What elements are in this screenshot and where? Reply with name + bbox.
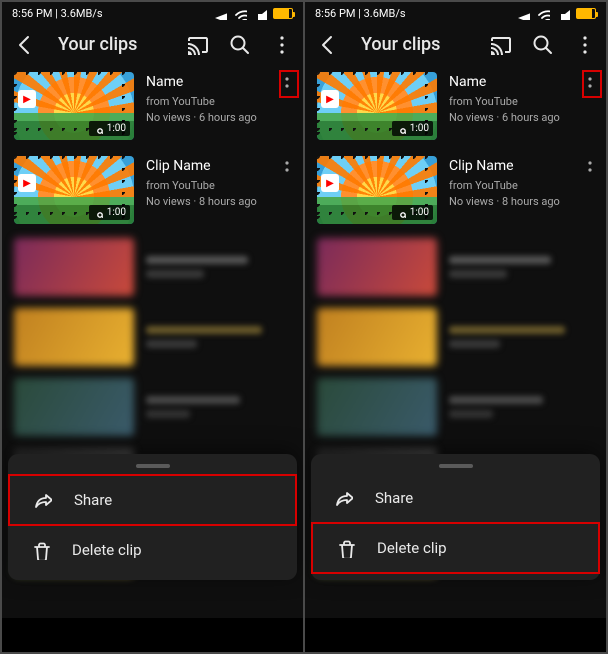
duration-badge: 1:00 (392, 121, 433, 136)
trash-icon (30, 540, 50, 560)
clip-source: from YouTube (449, 94, 564, 110)
clip-row[interactable]: 1:00 Clip Name from YouTube No views · 8… (2, 148, 303, 232)
clip-title: Clip Name (449, 156, 564, 176)
clip-stats: No views · 6 hours ago (449, 110, 564, 126)
share-icon (333, 488, 353, 508)
search-button[interactable] (530, 32, 554, 56)
scissors-icon (93, 208, 103, 218)
clip-list: 1:00 Name from YouTube No views · 6 hour… (305, 64, 606, 618)
blurred-item (2, 372, 303, 442)
clip-list: 1:00 Name from YouTube No views · 6 hour… (2, 64, 303, 618)
scissors-icon (396, 208, 406, 218)
clip-more-button[interactable] (576, 72, 594, 88)
sheet-share[interactable]: Share (8, 474, 297, 526)
clip-thumbnail[interactable]: 1:00 (317, 156, 437, 224)
status-icons (516, 6, 596, 20)
clip-title: Name (449, 72, 564, 92)
bottom-sheet: Share Delete clip (8, 454, 297, 580)
nav-home[interactable] (447, 624, 465, 646)
sheet-delete-label: Delete clip (72, 541, 142, 559)
trash-icon (335, 538, 355, 558)
page-title: Your clips (54, 34, 167, 55)
scissors-icon (93, 124, 103, 134)
status-icons (213, 6, 293, 20)
duration-badge: 1:00 (392, 205, 433, 220)
share-icon (32, 490, 52, 510)
nav-bar (2, 618, 303, 652)
nav-bar (305, 618, 606, 652)
nav-home[interactable] (144, 624, 162, 646)
sheet-delete-label: Delete clip (377, 539, 447, 557)
sheet-share-label: Share (375, 489, 413, 507)
clip-meta: Name from YouTube No views · 6 hours ago (146, 72, 261, 126)
clip-row[interactable]: 1:00 Clip Name from YouTube No views · 8… (305, 148, 606, 232)
clip-stats: No views · 8 hours ago (146, 194, 261, 210)
app-bar: Your clips (305, 24, 606, 64)
sheet-share-label: Share (74, 491, 112, 509)
sheet-share[interactable]: Share (311, 474, 600, 522)
blurred-item (2, 232, 303, 302)
nav-back[interactable] (526, 624, 544, 646)
phone-right: 8:56 PM | 3.6MB/s Your clips 1:00 Name (305, 2, 606, 652)
status-time-net: 8:56 PM | 3.6MB/s (12, 7, 103, 20)
bottom-sheet: Share Delete clip (311, 454, 600, 580)
search-button[interactable] (227, 32, 251, 56)
nav-recent[interactable] (64, 624, 82, 646)
sheet-delete[interactable]: Delete clip (8, 526, 297, 574)
scissors-icon (396, 124, 406, 134)
sheet-delete[interactable]: Delete clip (311, 522, 600, 574)
battery-icon (273, 8, 293, 19)
duration-badge: 1:00 (89, 205, 130, 220)
clip-meta: Name from YouTube No views · 6 hours ago (449, 72, 564, 126)
nav-back[interactable] (223, 624, 241, 646)
overflow-button[interactable] (572, 32, 596, 56)
blurred-item (305, 232, 606, 302)
clip-more-button[interactable] (273, 72, 291, 88)
status-time-net: 8:56 PM | 3.6MB/s (315, 7, 406, 20)
app-bar: Your clips (2, 24, 303, 64)
blurred-item (2, 302, 303, 372)
airplane-icon (213, 6, 227, 20)
clip-title: Name (146, 72, 261, 92)
nav-recent[interactable] (367, 624, 385, 646)
overflow-button[interactable] (269, 32, 293, 56)
back-button[interactable] (12, 32, 36, 56)
airplane-icon (516, 6, 530, 20)
clip-row[interactable]: 1:00 Name from YouTube No views · 6 hour… (305, 64, 606, 148)
sheet-handle[interactable] (136, 464, 170, 468)
clip-more-button[interactable] (273, 156, 291, 172)
clip-more-button[interactable] (576, 156, 594, 172)
duration-badge: 1:00 (89, 121, 130, 136)
clip-stats: No views · 8 hours ago (449, 194, 564, 210)
clip-row[interactable]: 1:00 Name from YouTube No views · 6 hour… (2, 64, 303, 148)
clip-source: from YouTube (449, 178, 564, 194)
cast-button[interactable] (488, 32, 512, 56)
wifi-icon (233, 6, 247, 20)
clip-thumbnail[interactable]: 1:00 (317, 72, 437, 140)
clip-source: from YouTube (146, 94, 261, 110)
clip-stats: No views · 6 hours ago (146, 110, 261, 126)
clip-thumbnail[interactable]: 1:00 (14, 72, 134, 140)
back-button[interactable] (315, 32, 339, 56)
status-bar: 8:56 PM | 3.6MB/s (2, 2, 303, 24)
battery-icon (576, 8, 596, 19)
phone-left: 8:56 PM | 3.6MB/s Your clips 1:00 Nam (2, 2, 303, 652)
clip-title: Clip Name (146, 156, 261, 176)
clip-meta: Clip Name from YouTube No views · 8 hour… (449, 156, 564, 210)
clip-meta: Clip Name from YouTube No views · 8 hour… (146, 156, 261, 210)
mute-icon (556, 6, 570, 20)
clip-source: from YouTube (146, 178, 261, 194)
mute-icon (253, 6, 267, 20)
sheet-handle[interactable] (439, 464, 473, 468)
page-title: Your clips (357, 34, 470, 55)
cast-button[interactable] (185, 32, 209, 56)
wifi-icon (536, 6, 550, 20)
blurred-item (305, 302, 606, 372)
clip-thumbnail[interactable]: 1:00 (14, 156, 134, 224)
status-bar: 8:56 PM | 3.6MB/s (305, 2, 606, 24)
blurred-item (305, 372, 606, 442)
